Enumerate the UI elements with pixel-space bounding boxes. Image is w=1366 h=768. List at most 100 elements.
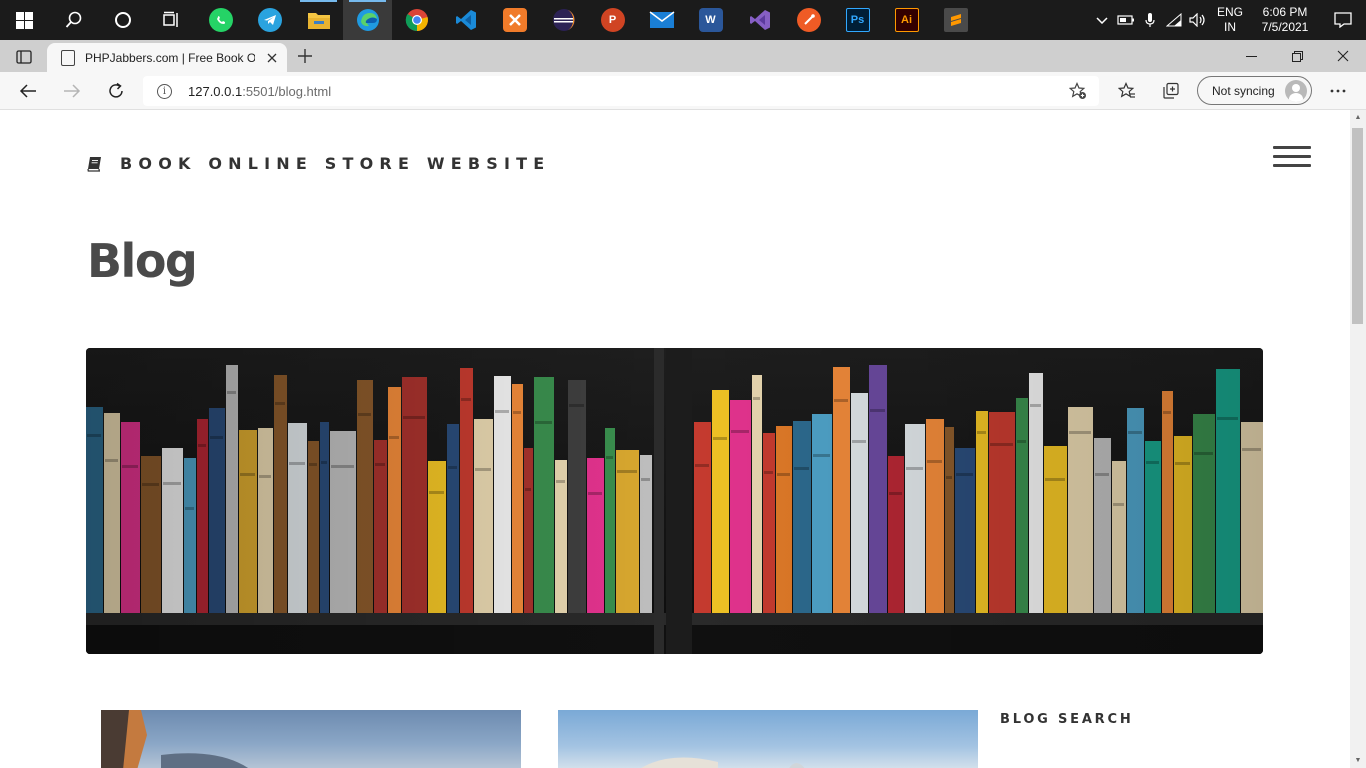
scroll-down-arrow-icon[interactable]: ▼ [1350, 757, 1366, 764]
sync-status-label: Not syncing [1212, 83, 1275, 98]
menu-bar-line [1273, 155, 1311, 158]
taskbar-app-file-explorer[interactable] [294, 0, 343, 40]
star-add-icon [1068, 82, 1086, 99]
page-favicon-icon [61, 49, 75, 66]
settings-more-button[interactable] [1322, 76, 1354, 106]
taskbar-app-sublime[interactable] [931, 0, 980, 40]
blog-search-heading: BLOG SEARCH [1000, 712, 1134, 727]
bookshelf-illustration [86, 348, 1263, 654]
post-photo-2 [641, 757, 805, 768]
bookshelf-hero-image [86, 348, 1263, 654]
taskbar-app-eclipse[interactable] [539, 0, 588, 40]
site-brand-name: BOOK ONLINE STORE WEBSITE [120, 154, 551, 173]
restore-window-button[interactable] [1274, 40, 1320, 72]
cortana-icon [114, 12, 131, 28]
site-brand-link[interactable]: BOOK ONLINE STORE WEBSITE [86, 154, 550, 173]
back-button[interactable] [12, 76, 44, 106]
clock-date: 7/5/2021 [1261, 20, 1309, 34]
cortana-button[interactable] [98, 0, 147, 40]
taskbar-app-word[interactable]: W [686, 0, 735, 40]
plus-icon [298, 49, 312, 63]
taskbar-app-chrome[interactable] [392, 0, 441, 40]
notification-center-button[interactable] [1320, 0, 1366, 40]
close-window-button[interactable] [1320, 40, 1366, 72]
main-menu-toggle-button[interactable] [1273, 146, 1311, 170]
taskbar-app-xampp[interactable] [490, 0, 539, 40]
windows-taskbar: P W Ps Ai ENG IN 6:06 PM 7/5/2021 [0, 0, 1366, 40]
language-code: ENG [1216, 5, 1243, 19]
menu-bar-line [1273, 164, 1311, 167]
vscode-icon [455, 10, 476, 30]
powerpoint-icon: P [600, 8, 625, 32]
address-bar[interactable]: i 127.0.0.1:5501/blog.html [143, 76, 1099, 106]
system-tray: ENG IN 6:06 PM 7/5/2021 [1090, 0, 1366, 40]
page-title: Blog [87, 234, 198, 288]
site-info-icon[interactable]: i [157, 83, 172, 99]
collections-icon [1163, 82, 1179, 99]
blog-post-image-2[interactable] [558, 710, 978, 768]
taskbar-app-photoshop[interactable]: Ps [833, 0, 882, 40]
profile-avatar-icon [1285, 80, 1307, 102]
more-horizontal-icon [1330, 89, 1346, 93]
chrome-icon [405, 9, 428, 32]
refresh-button[interactable] [100, 76, 132, 106]
scrollbar-thumb[interactable] [1352, 128, 1363, 324]
close-icon [1337, 50, 1349, 62]
input-language-indicator[interactable]: ENG IN [1210, 5, 1250, 35]
url-path: :5501/blog.html [242, 83, 332, 99]
eclipse-icon [552, 9, 575, 31]
browser-tab-strip: PHPJabbers.com | Free Book Online Store … [0, 40, 1366, 72]
sync-status-button[interactable]: Not syncing [1197, 76, 1312, 105]
new-tab-button[interactable] [292, 44, 318, 68]
file-explorer-icon [307, 13, 330, 29]
task-view-button[interactable] [147, 0, 196, 40]
word-icon: W [698, 8, 723, 32]
clock-time: 6:06 PM [1262, 5, 1308, 19]
battery-icon [1117, 15, 1134, 25]
post-photo-1 [101, 710, 248, 768]
volume-tray-button[interactable] [1186, 0, 1210, 40]
collections-button[interactable] [1155, 76, 1187, 106]
tab-actions-icon [16, 50, 32, 64]
show-hidden-icons-button[interactable] [1090, 0, 1114, 40]
start-button[interactable] [0, 0, 49, 40]
telegram-icon [257, 8, 282, 32]
taskbar-app-visual-studio[interactable] [735, 0, 784, 40]
taskbar-app-vscode[interactable] [441, 0, 490, 40]
tab-close-button[interactable] [267, 50, 277, 66]
edge-icon [356, 9, 379, 31]
add-favorite-button[interactable] [1068, 82, 1087, 105]
favorites-button[interactable] [1111, 76, 1143, 106]
postman-icon [796, 8, 821, 32]
minimize-window-button[interactable] [1228, 40, 1274, 72]
tab-title: PHPJabbers.com | Free Book Online Store … [85, 50, 255, 65]
tab-actions-menu-button[interactable] [8, 46, 40, 68]
taskbar-app-whatsapp[interactable] [196, 0, 245, 40]
arrow-left-icon [19, 84, 36, 98]
chevron-up-icon [1096, 17, 1108, 24]
taskbar-app-illustrator[interactable]: Ai [882, 0, 931, 40]
taskbar-app-postman[interactable] [784, 0, 833, 40]
volume-icon [1189, 13, 1205, 27]
scroll-up-arrow-icon[interactable]: ▲ [1350, 114, 1366, 121]
favorites-icon [1118, 82, 1135, 98]
taskbar-app-telegram[interactable] [245, 0, 294, 40]
taskbar-app-powerpoint[interactable]: P [588, 0, 637, 40]
battery-tray-button[interactable] [1114, 0, 1138, 40]
xampp-icon [502, 8, 527, 32]
taskbar-app-edge[interactable] [343, 0, 392, 40]
web-page-viewport: BOOK ONLINE STORE WEBSITE Blog BLOG SEAR… [0, 110, 1350, 768]
blog-post-image-1[interactable] [101, 710, 521, 768]
taskbar-search-button[interactable] [49, 0, 98, 40]
browser-toolbar: i 127.0.0.1:5501/blog.html Not syncing [0, 72, 1366, 110]
browser-tab-active[interactable]: PHPJabbers.com | Free Book Online Store … [47, 43, 287, 72]
taskbar-app-mail[interactable] [637, 0, 686, 40]
page-scrollbar[interactable]: ▲ ▼ [1350, 110, 1366, 768]
forward-button[interactable] [56, 76, 88, 106]
wifi-icon [1166, 13, 1182, 27]
taskbar-clock[interactable]: 6:06 PM 7/5/2021 [1250, 5, 1320, 35]
book-icon [87, 156, 101, 172]
notification-icon [1334, 12, 1352, 28]
wifi-tray-button[interactable] [1162, 0, 1186, 40]
microphone-tray-button[interactable] [1138, 0, 1162, 40]
